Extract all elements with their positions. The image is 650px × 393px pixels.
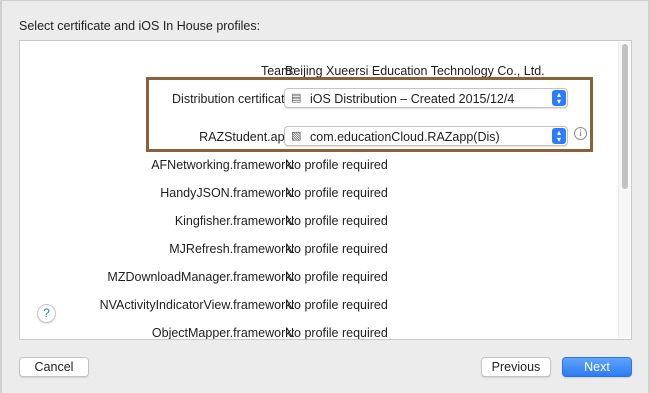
row-afnetworking: AFNetworking.framework: No profile requi…: [20, 156, 620, 176]
framework-label: MJRefresh.framework:: [169, 242, 295, 256]
framework-value: No profile required: [285, 298, 388, 312]
framework-value: No profile required: [285, 158, 388, 172]
help-button[interactable]: ?: [37, 304, 56, 323]
dialog-header: Select certificate and iOS In House prof…: [19, 19, 261, 33]
row-objectmapper: ObjectMapper.framework: No profile requi…: [20, 324, 620, 340]
framework-label: ObjectMapper.framework:: [151, 326, 295, 340]
framework-value: No profile required: [285, 270, 388, 284]
vertical-scrollbar[interactable]: [618, 42, 630, 338]
window-top-border: [0, 0, 650, 1]
framework-value: No profile required: [285, 214, 388, 228]
window-left-border: [0, 0, 2, 393]
framework-label: AFNetworking.framework:: [151, 158, 295, 172]
next-button[interactable]: Next: [562, 357, 632, 377]
framework-value: No profile required: [285, 242, 388, 256]
framework-value: No profile required: [285, 326, 388, 340]
row-nvactivityindicatorview: NVActivityIndicatorView.framework: No pr…: [20, 296, 620, 316]
framework-label: HandyJSON.framework:: [160, 186, 295, 200]
framework-value: No profile required: [285, 186, 388, 200]
row-kingfisher: Kingfisher.framework: No profile require…: [20, 212, 620, 232]
row-handyjson: HandyJSON.framework: No profile required: [20, 184, 620, 204]
previous-button[interactable]: Previous: [481, 357, 551, 377]
row-mzdownloadmanager: MZDownloadManager.framework: No profile …: [20, 268, 620, 288]
cancel-button[interactable]: Cancel: [19, 357, 89, 377]
framework-label: MZDownloadManager.framework:: [107, 270, 295, 284]
annotation-highlight-box: [146, 77, 593, 152]
framework-label: Kingfisher.framework:: [174, 214, 295, 228]
team-value: Beijing Xueersi Education Technology Co.…: [285, 64, 545, 78]
framework-label: NVActivityIndicatorView.framework:: [99, 298, 295, 312]
scrollbar-thumb[interactable]: [622, 44, 628, 189]
row-mjrefresh: MJRefresh.framework: No profile required: [20, 240, 620, 260]
